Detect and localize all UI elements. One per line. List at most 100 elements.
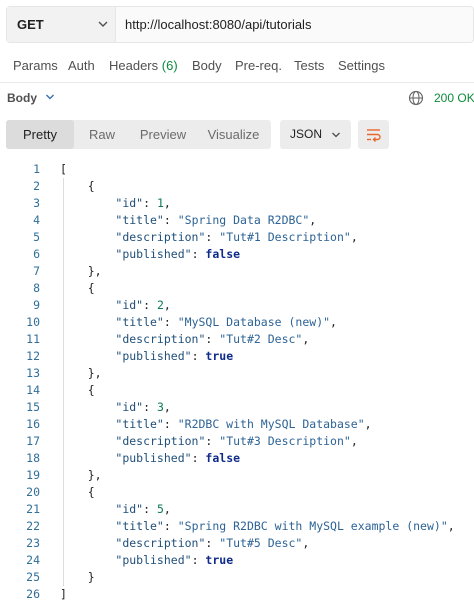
tab-visualize[interactable]: Visualize: [196, 120, 271, 149]
code-text: "id": 3,: [115, 400, 171, 414]
code-line: 18 "published": false: [0, 450, 474, 467]
line-number: 20: [26, 485, 40, 499]
code-text: },: [60, 264, 102, 278]
request-bar: GET http://localhost:8080/api/tutorials: [6, 6, 474, 43]
code-line: 24 "published": true: [0, 552, 474, 569]
divider: [0, 82, 474, 83]
code-line: 14 {: [0, 382, 474, 399]
url-input[interactable]: http://localhost:8080/api/tutorials: [125, 17, 311, 32]
wrap-lines-button[interactable]: [358, 120, 389, 149]
globe-icon[interactable]: [408, 90, 424, 106]
code-line: 16 "title": "R2DBC with MySQL Database",: [0, 416, 474, 433]
line-number: 10: [26, 315, 40, 329]
tab-body[interactable]: Body: [192, 58, 222, 73]
code-text: {: [60, 281, 95, 295]
code-line: 9 "id": 2,: [0, 297, 474, 314]
code-line: 10 "title": "MySQL Database (new)",: [0, 314, 474, 331]
code-text: "title": "Spring R2DBC with MySQL exampl…: [115, 519, 455, 533]
response-body-editor[interactable]: 1[2 {3 "id": 1, 4 "title": "Spring Data R…: [0, 161, 474, 603]
code-line: 4 "title": "Spring Data R2DBC",: [0, 212, 474, 229]
headers-count: (6): [161, 58, 178, 73]
tab-label: Body: [192, 58, 222, 73]
tab-label: Params: [13, 58, 58, 73]
code-line: 26]: [0, 586, 474, 603]
code-text: "title": "MySQL Database (new)",: [115, 315, 337, 329]
tab-label: Pre-req.: [235, 58, 282, 73]
code-line: 7 },: [0, 263, 474, 280]
method-label: GET: [17, 17, 44, 32]
code-text: "published": true: [115, 553, 234, 567]
code-text: "published": true: [115, 349, 234, 363]
request-tabs: Params Auth Headers (6) Body Pre-req. Te…: [0, 58, 474, 78]
code-text: "id": 5,: [115, 502, 171, 516]
tab-pre-request[interactable]: Pre-req.: [235, 58, 282, 73]
tab-headers[interactable]: Headers (6): [109, 58, 178, 73]
line-number: 12: [26, 349, 40, 363]
line-number: 15: [26, 400, 40, 414]
code-line: 12 "published": true: [0, 348, 474, 365]
code-text: "id": 2,: [115, 298, 171, 312]
code-text: "title": "Spring Data R2DBC",: [115, 213, 317, 227]
tab-auth[interactable]: Auth: [68, 58, 95, 73]
code-line: 3 "id": 1,: [0, 195, 474, 212]
line-number: 24: [26, 553, 40, 567]
chevron-down-icon: [332, 132, 340, 138]
line-number: 21: [26, 502, 40, 516]
tab-settings[interactable]: Settings: [338, 58, 385, 73]
line-number: 19: [26, 468, 40, 482]
line-number: 9: [33, 298, 40, 312]
tab-preview[interactable]: Preview: [130, 120, 196, 149]
code-line: 22 "title": "Spring R2DBC with MySQL exa…: [0, 518, 474, 535]
code-line: 13 },: [0, 365, 474, 382]
line-number: 23: [26, 536, 40, 550]
code-text: "published": false: [115, 247, 241, 261]
code-text: {: [60, 179, 95, 193]
code-line: 15 "id": 3,: [0, 399, 474, 416]
code-line: 11 "description": "Tut#2 Desc",: [0, 331, 474, 348]
code-text: "id": 1,: [115, 196, 171, 210]
language-label: JSON: [290, 127, 323, 141]
code-line: 17 "description": "Tut#3 Description",: [0, 433, 474, 450]
line-number: 17: [26, 434, 40, 448]
tab-label: Auth: [68, 58, 95, 73]
method-select[interactable]: GET: [7, 7, 116, 42]
code-text: {: [60, 485, 95, 499]
code-line: 1[: [0, 161, 474, 178]
code-text: "description": "Tut#5 Desc",: [115, 536, 310, 550]
line-number: 25: [26, 570, 40, 584]
line-number: 1: [33, 162, 40, 176]
code-line: 21 "id": 5,: [0, 501, 474, 518]
line-number: 13: [26, 366, 40, 380]
tab-params[interactable]: Params: [13, 58, 58, 73]
tab-raw[interactable]: Raw: [74, 120, 130, 149]
response-section-label[interactable]: Body: [7, 91, 37, 105]
line-number: 3: [33, 196, 40, 210]
code-text: },: [60, 468, 102, 482]
code-line: 25 }: [0, 569, 474, 586]
chevron-down-icon[interactable]: [44, 91, 56, 103]
tab-pretty[interactable]: Pretty: [6, 120, 74, 149]
code-text: "description": "Tut#3 Description",: [115, 434, 358, 448]
line-number: 7: [33, 264, 40, 278]
line-number: 8: [33, 281, 40, 295]
tab-tests[interactable]: Tests: [294, 58, 324, 73]
wrap-lines-icon: [367, 129, 381, 142]
code-line: 8 {: [0, 280, 474, 297]
line-number: 14: [26, 383, 40, 397]
tab-label: Settings: [338, 58, 385, 73]
line-number: 6: [33, 247, 40, 261]
code-text: },: [60, 366, 102, 380]
language-select[interactable]: JSON: [280, 120, 351, 149]
line-number: 16: [26, 417, 40, 431]
line-number: 18: [26, 451, 40, 465]
line-number: 22: [26, 519, 40, 533]
code-text: "title": "R2DBC with MySQL Database",: [115, 417, 372, 431]
code-line: 6 "published": false: [0, 246, 474, 263]
code-text: "description": "Tut#2 Desc",: [115, 332, 310, 346]
line-number: 5: [33, 230, 40, 244]
status-badge[interactable]: 200 OK: [434, 91, 474, 105]
code-text: [: [60, 162, 67, 176]
line-number: 26: [26, 587, 40, 601]
indent-guide: [63, 178, 64, 586]
code-line: 2 {: [0, 178, 474, 195]
